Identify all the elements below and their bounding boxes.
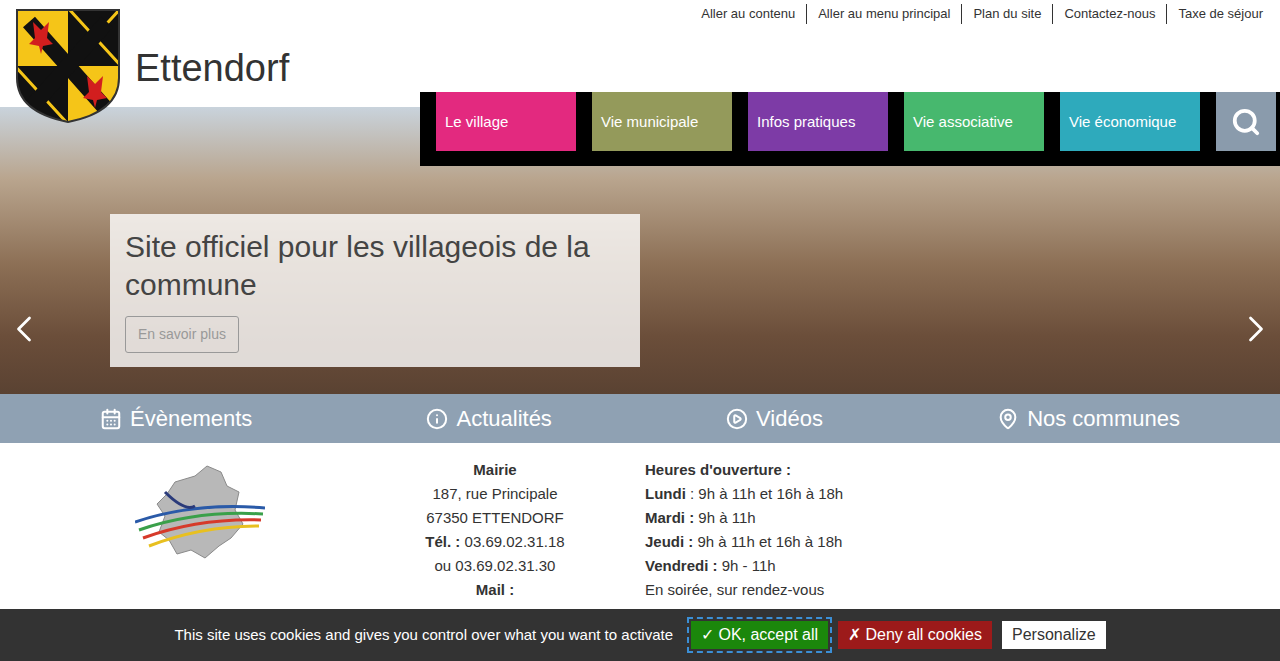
top-link[interactable]: Plan du site bbox=[961, 4, 1052, 24]
map-pin-icon bbox=[997, 408, 1019, 430]
quick-link[interactable]: Nos communes bbox=[997, 405, 1180, 433]
quick-link[interactable]: Actualités bbox=[426, 405, 551, 433]
search-icon bbox=[1231, 107, 1261, 137]
page: Ettendorf Aller au contenuAller au menu p… bbox=[0, 0, 1280, 661]
top-link[interactable]: Taxe de séjour bbox=[1166, 4, 1274, 24]
quick-links: Évènements Actualités Vidéos Nos communes bbox=[0, 394, 1280, 443]
previous-slide-icon[interactable] bbox=[2, 307, 46, 351]
hours-row: Vendredi : 9h - 11h bbox=[645, 554, 843, 578]
deny-cookies-button[interactable]: ✗ Deny all cookies bbox=[838, 621, 992, 649]
quick-link[interactable]: Évènements bbox=[100, 405, 252, 433]
top-link[interactable]: Aller au menu principal bbox=[806, 4, 961, 24]
quick-link[interactable]: Vidéos bbox=[726, 405, 823, 433]
cookie-bar: This site uses cookies and gives you con… bbox=[0, 609, 1280, 661]
main-nav: Le village Vie municipale Infos pratiques V… bbox=[420, 92, 1280, 166]
mairie-contact: Mairie187, rue Principale67350 ETTENDORF… bbox=[370, 458, 620, 602]
hours-row: Mardi : 9h à 11h bbox=[645, 506, 843, 530]
info-icon bbox=[426, 408, 448, 430]
next-slide-icon[interactable] bbox=[1234, 307, 1278, 351]
nav-tile[interactable]: Vie associative bbox=[904, 92, 1044, 151]
cookie-text: This site uses cookies and gives you con… bbox=[174, 624, 673, 647]
coat-of-arms-logo-icon[interactable] bbox=[15, 8, 121, 124]
hours-row: Jeudi : 9h à 11h et 16h à 18h bbox=[645, 530, 843, 554]
brand[interactable]: Ettendorf bbox=[0, 0, 289, 107]
play-icon bbox=[726, 408, 748, 430]
opening-hours: Heures d'ouverture :Lundi : 9h à 11h et … bbox=[645, 458, 843, 602]
personalize-cookies-button[interactable]: Personalize bbox=[1002, 621, 1106, 649]
hero-heading: Site officiel pour les villageois de la … bbox=[125, 228, 625, 304]
top-links: Aller au contenuAller au menu principalP… bbox=[690, 0, 1280, 107]
header: Ettendorf Aller au contenuAller au menu p… bbox=[0, 0, 1280, 107]
nav-tile[interactable]: Infos pratiques bbox=[748, 92, 888, 151]
accept-cookies-button[interactable]: ✓ OK, accept all bbox=[691, 621, 828, 649]
search-button[interactable] bbox=[1216, 92, 1276, 151]
hours-row: Lundi : 9h à 11h et 16h à 18h bbox=[645, 482, 843, 506]
hero-caption: Site officiel pour les villageois de la … bbox=[110, 214, 640, 367]
info-section: Mairie187, rue Principale67350 ETTENDORF… bbox=[0, 443, 1280, 602]
top-link[interactable]: Contactez-nous bbox=[1052, 4, 1166, 24]
site-title[interactable]: Ettendorf bbox=[135, 44, 289, 92]
calendar-icon bbox=[100, 408, 122, 430]
nav-tile[interactable]: Vie économique bbox=[1060, 92, 1200, 151]
nav-tile[interactable]: Vie municipale bbox=[592, 92, 732, 151]
more-button[interactable]: En savoir plus bbox=[125, 316, 239, 353]
nav-tile[interactable]: Le village bbox=[436, 92, 576, 151]
top-link[interactable]: Aller au contenu bbox=[690, 4, 806, 24]
communes-map-logo-icon bbox=[135, 462, 265, 562]
